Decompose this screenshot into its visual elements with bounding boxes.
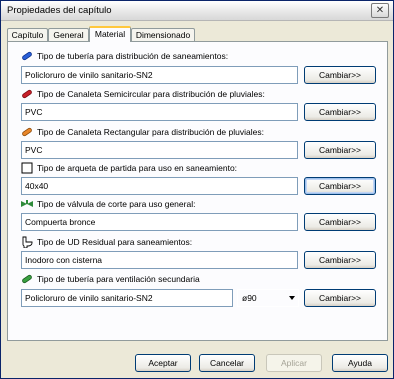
orange-gutter-icon (22, 127, 32, 137)
group-label: Tipo de tubería para distribución de san… (37, 51, 229, 61)
group-label: Tipo de UD Residual para saneamientos: (37, 237, 193, 247)
group-label: Tipo de Canaleta Semicircular para distr… (37, 89, 265, 99)
green-pipe-icon (22, 274, 32, 284)
valve-icon (21, 200, 33, 207)
group-label: Tipo de tubería para ventilación secunda… (37, 274, 200, 284)
chevron-down-icon[interactable] (289, 296, 295, 300)
cambiar-button[interactable]: Cambiar>> (304, 251, 376, 269)
cambiar-button[interactable]: Cambiar>> (304, 213, 376, 231)
tab-dimensionado[interactable]: Dimensionado (131, 28, 195, 41)
cambiar-button[interactable]: Cambiar>> (304, 66, 376, 84)
title-bar: Propiedades del capítulo ✕ (1, 1, 393, 21)
apply-button[interactable]: Aplicar (266, 354, 322, 372)
canaleta-rectangular-field: PVC (21, 141, 298, 159)
cambiar-button[interactable]: Cambiar>> (304, 103, 376, 121)
toilet-icon (22, 236, 33, 248)
dialog-window: Propiedades del capítulo ✕ Capítulo Gene… (0, 0, 394, 379)
tab-capitulo[interactable]: Capítulo (7, 28, 48, 41)
tab-general[interactable]: General (48, 28, 89, 41)
help-button[interactable]: Ayuda (332, 354, 388, 372)
accept-button[interactable]: Aceptar (135, 354, 191, 372)
valvula-field: Compuerta bronce (21, 213, 298, 231)
ventilacion-field: Policloruro de vinilo sanitario-SN2 (21, 289, 233, 307)
window-title: Propiedades del capítulo (7, 5, 112, 16)
diameter-select[interactable]: ø90 (237, 289, 299, 307)
blue-pipe-icon (22, 51, 32, 61)
cambiar-button[interactable]: Cambiar>> (304, 141, 376, 159)
close-button[interactable]: ✕ (371, 3, 389, 18)
ud-residual-field: Inodoro con cisterna (21, 251, 298, 269)
tab-material[interactable]: Material (89, 26, 131, 42)
tuberia-saneamiento-field: Policloruro de vinilo sanitario-SN2 (21, 66, 298, 84)
diameter-value: ø90 (242, 293, 257, 303)
canaleta-semicircular-field: PVC (21, 103, 298, 121)
cambiar-button[interactable]: Cambiar>> (304, 289, 376, 307)
cambiar-button[interactable]: Cambiar>> (304, 177, 376, 195)
material-panel: Tipo de tubería para distribución de san… (7, 41, 388, 341)
cancel-button[interactable]: Cancelar (199, 354, 255, 372)
group-label: Tipo de arqueta de partida para uso en s… (37, 163, 238, 173)
red-gutter-icon (22, 89, 32, 99)
group-label: Tipo de Canaleta Rectangular para distri… (37, 127, 264, 137)
group-label: Tipo de válvula de corte para uso genera… (37, 199, 196, 209)
square-box-icon (21, 162, 33, 174)
arqueta-field: 40x40 (21, 177, 298, 195)
